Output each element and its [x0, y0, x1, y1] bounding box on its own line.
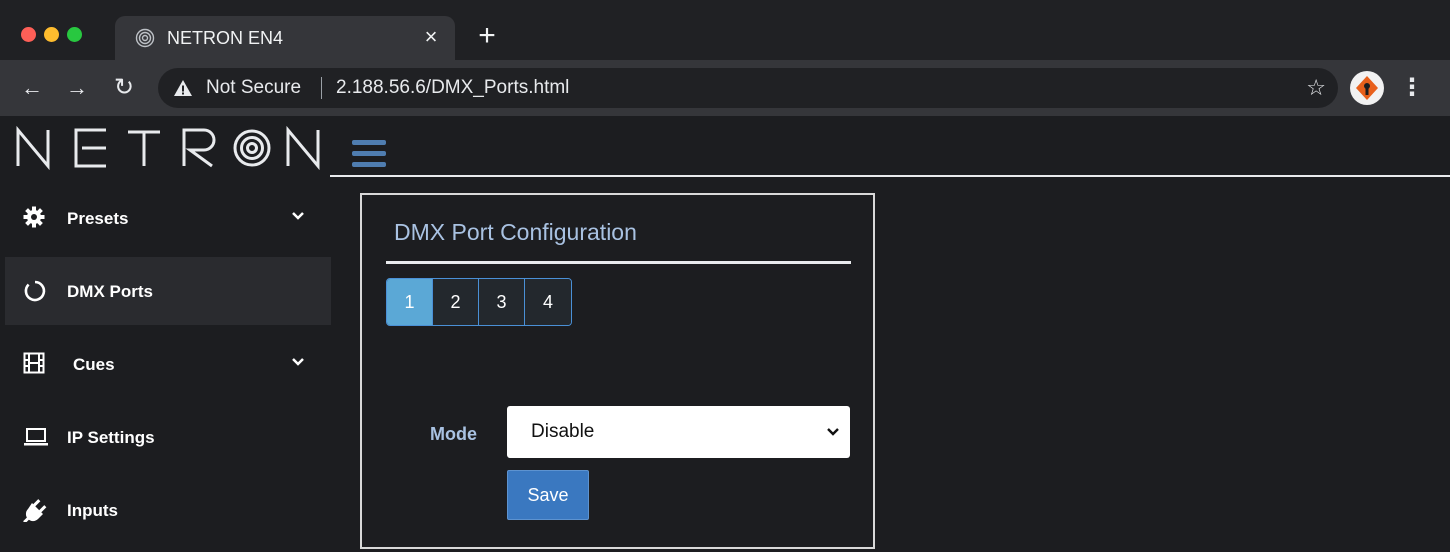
sidebar-item-label: Inputs: [67, 501, 118, 520]
browser-toolbar: ← → ↻ Not Secure 2.188.56.6/DMX_Ports.ht…: [0, 60, 1450, 116]
sidebar-item-label: DMX Ports: [67, 282, 153, 301]
tab-title: NETRON EN4: [167, 28, 284, 48]
new-tab-button[interactable]: +: [473, 21, 501, 51]
app-header: [0, 116, 1450, 176]
sidebar-item-label: IP Settings: [67, 428, 155, 447]
card-divider: [386, 261, 851, 264]
sidebar-item-dmx-ports[interactable]: DMX Ports: [5, 257, 331, 325]
sidebar: Presets DMX Ports Cues IP Settings Input…: [5, 180, 331, 552]
address-bar[interactable]: Not Secure 2.188.56.6/DMX_Ports.html ☆: [158, 68, 1338, 108]
card-title: DMX Port Configuration: [394, 219, 637, 245]
main-content: DMX Port Configuration 1 2 3 4 Mode Disa…: [331, 177, 1450, 552]
plug-icon: [23, 499, 47, 522]
window-close-button[interactable]: [21, 27, 36, 42]
port-tabs: 1 2 3 4: [386, 278, 572, 326]
bookmark-star-icon[interactable]: ☆: [1306, 75, 1326, 101]
port-tab-3[interactable]: 3: [479, 279, 525, 325]
back-arrow-icon[interactable]: ←: [18, 74, 46, 102]
profile-avatar-icon: [1351, 72, 1383, 104]
sidebar-item-presets[interactable]: Presets: [5, 184, 331, 252]
chevron-down-icon: [827, 428, 839, 436]
port-tab-4[interactable]: 4: [525, 279, 571, 325]
sidebar-item-inputs[interactable]: Inputs: [5, 476, 331, 544]
reload-icon[interactable]: ↻: [110, 74, 138, 102]
port-tab-1[interactable]: 1: [387, 279, 433, 325]
mode-label: Mode: [430, 424, 477, 444]
dmx-config-card: DMX Port Configuration 1 2 3 4 Mode Disa…: [360, 193, 875, 549]
window-zoom-button[interactable]: [67, 27, 82, 42]
forward-arrow-icon[interactable]: →: [63, 74, 91, 102]
sidebar-item-label: Presets: [67, 209, 129, 228]
warning-icon: [174, 80, 192, 96]
security-label: Not Secure: [206, 77, 302, 98]
chevron-down-icon: [292, 358, 304, 366]
browser-tab-bar: NETRON EN4 × +: [0, 0, 1450, 60]
port-tab-2[interactable]: 2: [433, 279, 479, 325]
film-icon: [23, 352, 45, 374]
hamburger-menu-icon[interactable]: [352, 140, 386, 170]
circle-ring-icon: [24, 280, 46, 302]
profile-avatar[interactable]: [1350, 71, 1384, 105]
sidebar-item-cues[interactable]: Cues: [5, 330, 331, 398]
window-minimize-button[interactable]: [44, 27, 59, 42]
netron-logo: [16, 125, 320, 170]
save-button[interactable]: Save: [507, 470, 589, 520]
menu-dots-icon[interactable]: ⋮: [1400, 74, 1424, 102]
sidebar-item-ip-settings[interactable]: IP Settings: [5, 403, 331, 471]
netron-favicon-icon: [135, 28, 155, 48]
sidebar-item-label: Cues: [73, 355, 115, 374]
url-text[interactable]: 2.188.56.6/DMX_Ports.html: [336, 77, 569, 99]
mode-select[interactable]: Disable: [507, 406, 850, 458]
tab-close-icon[interactable]: ×: [419, 25, 443, 49]
mode-selected-value: Disable: [531, 421, 595, 442]
address-separator: [321, 77, 322, 99]
chevron-down-icon: [292, 212, 304, 220]
laptop-icon: [24, 428, 48, 446]
gear-icon: [23, 206, 45, 228]
browser-tab[interactable]: NETRON EN4 ×: [115, 16, 455, 60]
